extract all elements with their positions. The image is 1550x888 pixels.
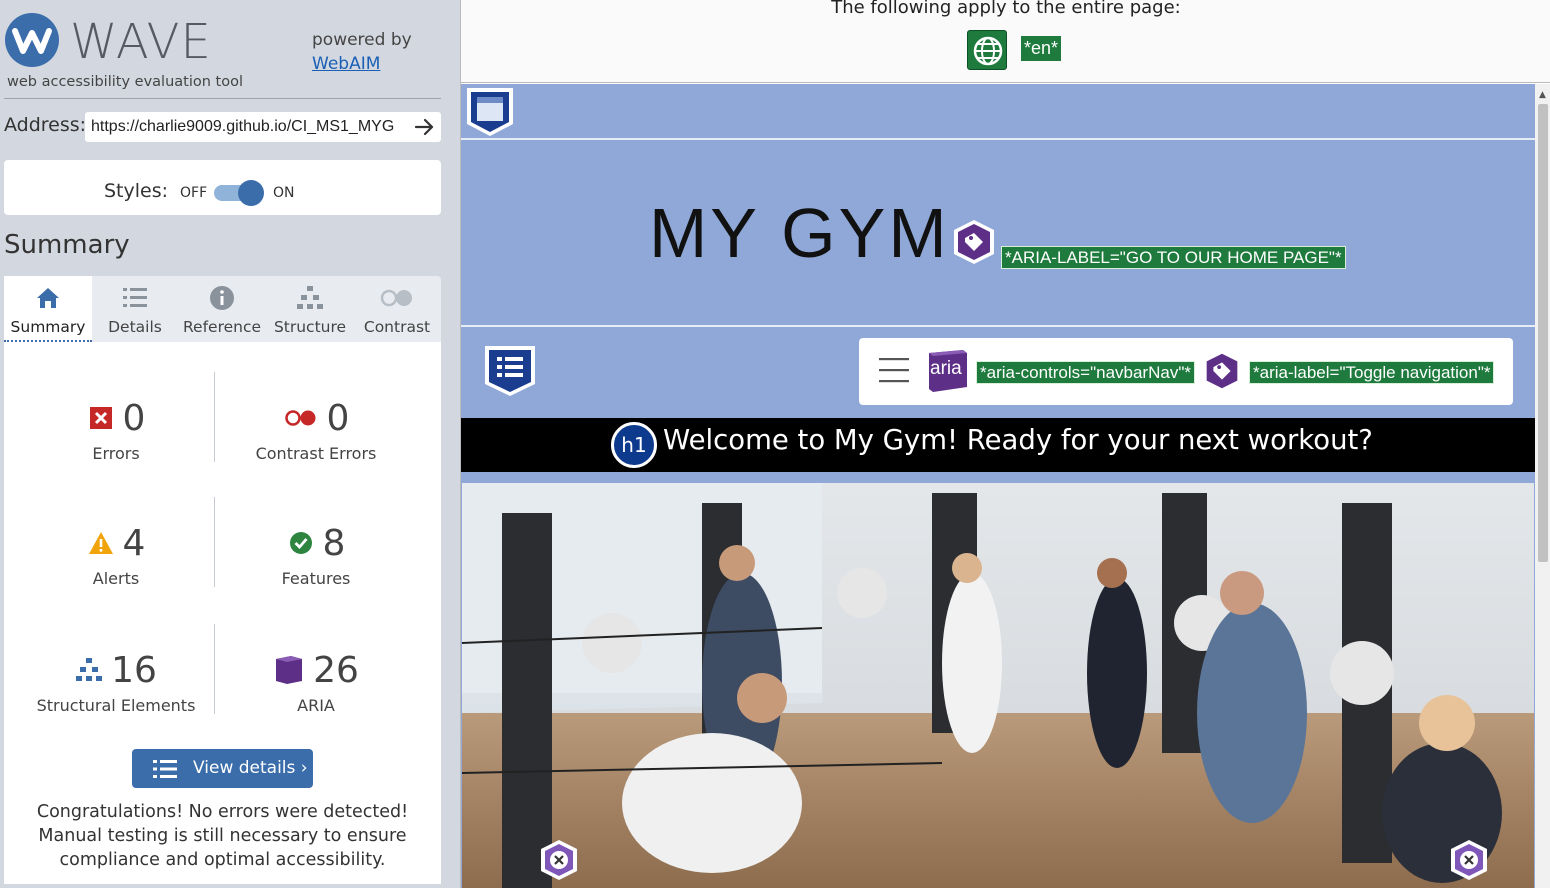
info-icon — [208, 284, 236, 312]
tab-details[interactable]: Details — [91, 276, 179, 342]
styles-label: Styles: — [104, 180, 169, 202]
aria-icon[interactable]: aria — [925, 349, 969, 397]
contrast-error-icon — [284, 410, 316, 426]
stat-structural-elements[interactable]: 16 Structural Elements — [16, 648, 216, 716]
summary-panel: 0 Errors 0 Contrast Errors 4 Alerts 8 Fe… — [4, 342, 441, 884]
h1-badge-icon[interactable]: h1 — [611, 422, 657, 468]
aria-icon-label: aria — [930, 358, 962, 379]
wave-logo-icon — [5, 13, 59, 67]
wave-sidebar: WAVE web accessibility evaluation tool p… — [0, 0, 460, 888]
stat-aria[interactable]: 26 ARIA — [216, 648, 416, 715]
home-icon — [34, 284, 62, 312]
panel-tabs: Summary Details Reference Structure Cont… — [4, 276, 441, 342]
page-wide-banner-text: The following apply to the entire page: — [831, 0, 1181, 18]
aria-count: 26 — [313, 649, 359, 691]
list-icon — [153, 760, 177, 778]
styles-panel: Styles: OFF ON — [4, 160, 441, 215]
stat-features[interactable]: 8 Features — [216, 521, 416, 589]
powered-by-text: powered by — [312, 30, 412, 50]
tab-label: Reference — [182, 318, 262, 336]
aria-label-text: ARIA — [297, 696, 335, 715]
scroll-up-icon[interactable]: ▲ — [1539, 90, 1546, 100]
errors-label: Errors — [92, 444, 140, 463]
error-icon — [89, 407, 112, 429]
tab-structure[interactable]: Structure — [266, 276, 354, 342]
address-input[interactable]: https://charlie9009.github.io/CI_MS1_MYG — [85, 112, 441, 142]
aria-label-tag-icon[interactable] — [1199, 348, 1245, 398]
webaim-link[interactable]: WebAIM — [312, 54, 380, 74]
language-globe-icon[interactable] — [967, 30, 1007, 70]
congrats-message: Congratulations! No errors were detected… — [36, 802, 409, 870]
divider — [4, 98, 441, 99]
language-label: *en* — [1021, 36, 1062, 61]
alerts-label: Alerts — [92, 569, 140, 588]
close-icon[interactable] — [537, 838, 581, 886]
structure-icon — [76, 658, 103, 681]
styles-off-label: OFF — [180, 185, 208, 201]
structural-count: 16 — [111, 649, 157, 691]
hierarchy-icon — [296, 284, 324, 312]
stat-contrast-errors[interactable]: 0 Contrast Errors — [216, 396, 416, 464]
feature-check-icon — [289, 532, 312, 554]
close-icon[interactable] — [1447, 838, 1491, 886]
aria-label-tag-icon[interactable] — [950, 218, 998, 270]
alert-icon — [88, 532, 113, 554]
styles-on-label: ON — [273, 185, 295, 201]
contrast-errors-label: Contrast Errors — [255, 444, 377, 463]
summary-heading: Summary — [4, 230, 130, 260]
address-label: Address: — [4, 114, 87, 136]
alerts-count: 4 — [122, 522, 146, 564]
tab-label: Details — [108, 318, 162, 336]
view-details-button[interactable]: View details › — [132, 749, 313, 788]
styles-toggle[interactable] — [214, 180, 264, 206]
tab-reference[interactable]: Reference — [178, 276, 266, 342]
wave-logo-text: WAVE — [70, 14, 212, 70]
tab-label: Contrast — [363, 318, 431, 336]
scroll-thumb[interactable] — [1538, 104, 1548, 562]
page-heading: Welcome to My Gym! Ready for your next w… — [663, 424, 1373, 456]
site-page: MY GYM *ARIA-LABEL="GO TO OUR HOME PAGE"… — [461, 84, 1535, 888]
site-brand-logo[interactable]: MY GYM — [649, 188, 950, 278]
brand-aria-label-tag: *ARIA-LABEL="GO TO OUR HOME PAGE"* — [1001, 246, 1346, 269]
aria-cube-icon — [276, 656, 303, 684]
toggle-knob — [238, 180, 264, 206]
errors-count: 0 — [122, 397, 146, 439]
wave-tagline: web accessibility evaluation tool — [7, 74, 243, 90]
aria-toggle-label-tag: *aria-label="Toggle navigation"* — [1249, 361, 1495, 384]
features-count: 8 — [322, 522, 346, 564]
page-wide-banner: The following apply to the entire page: … — [461, 0, 1550, 83]
stat-alerts[interactable]: 4 Alerts — [16, 521, 216, 588]
contrast-icon — [380, 284, 412, 312]
aria-controls-tag: *aria-controls="navbarNav"* — [976, 361, 1195, 384]
heading-bar: h1 Welcome to My Gym! Ready for your nex… — [461, 418, 1535, 472]
divider — [461, 138, 1535, 140]
divider — [461, 325, 1535, 327]
contrast-errors-count: 0 — [326, 397, 350, 439]
scrollbar[interactable]: ▲ — [1535, 84, 1550, 888]
structural-label: Structural Elements — [36, 696, 196, 715]
view-details-label: View details › — [193, 758, 308, 778]
navbar: aria *aria-controls="navbarNav"* *aria-l… — [859, 338, 1513, 405]
navigation-landmark-icon[interactable] — [483, 344, 537, 402]
stat-errors[interactable]: 0 Errors — [16, 396, 216, 463]
header-landmark-icon[interactable] — [465, 86, 515, 142]
hamburger-menu-icon[interactable] — [879, 357, 909, 383]
tab-contrast[interactable]: Contrast — [353, 276, 441, 342]
features-label: Features — [281, 569, 351, 588]
tab-label: Summary — [10, 318, 86, 336]
go-arrow-icon[interactable] — [412, 114, 436, 140]
tab-summary[interactable]: Summary — [4, 276, 92, 342]
hero-image — [462, 483, 1534, 888]
page-preview: The following apply to the entire page: … — [460, 0, 1550, 888]
list-icon — [121, 284, 149, 312]
tab-label: Structure — [273, 318, 347, 336]
